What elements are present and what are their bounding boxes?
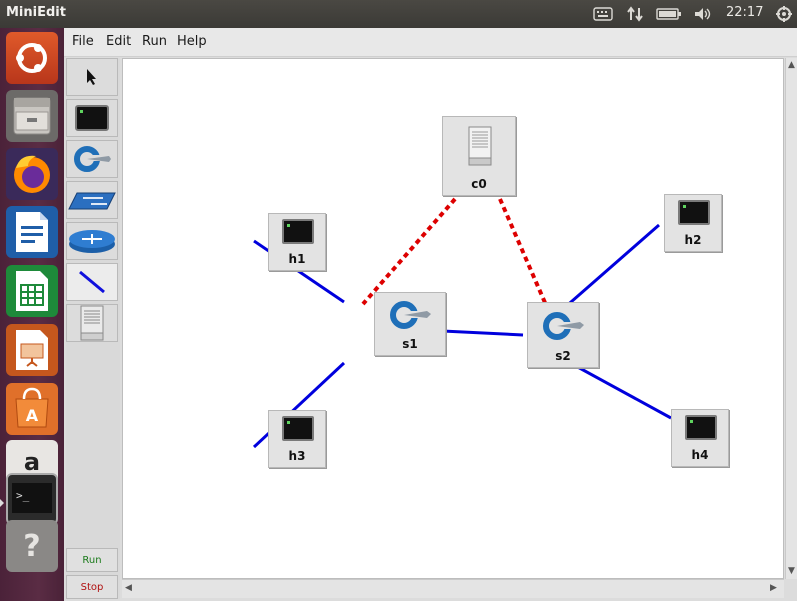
miniedit-window: File Edit Run Help Run Stop c0 s1 s2 h1 … (64, 28, 797, 601)
controller-server-icon (80, 305, 104, 341)
menu-file[interactable]: File (72, 34, 94, 49)
terminal-icon[interactable]: >_ (6, 473, 58, 525)
svg-text:a: a (24, 448, 40, 476)
host-node-h3[interactable]: h3 (268, 410, 326, 468)
running-indicator-icon (0, 496, 4, 507)
controller-tool[interactable] (66, 304, 118, 342)
host-node-h1[interactable]: h1 (268, 213, 326, 271)
stop-button[interactable]: Stop (66, 575, 118, 599)
link-s2-h2[interactable] (562, 223, 660, 311)
svg-text:>_: >_ (16, 489, 30, 502)
libreoffice-calc-icon[interactable] (6, 265, 58, 317)
switch-tool[interactable] (66, 140, 118, 178)
scroll-down-arrow-icon[interactable]: ▼ (788, 566, 795, 576)
ubuntu-dash-icon[interactable] (6, 32, 58, 84)
host-tool[interactable] (66, 99, 118, 137)
horizontal-scrollbar[interactable]: ◀ ▶ (122, 579, 784, 598)
openflow-switch-icon (74, 146, 111, 172)
switch-node-s1[interactable]: s1 (374, 292, 446, 356)
controller-server-icon (468, 126, 492, 166)
link-line-icon (79, 270, 105, 294)
menu-run[interactable]: Run (142, 34, 167, 49)
router-icon (69, 230, 115, 253)
node-label: h4 (691, 448, 709, 462)
node-label: c0 (471, 177, 487, 191)
select-tool[interactable] (66, 58, 118, 96)
node-label: s2 (555, 349, 571, 363)
menubar: File Edit Run Help (64, 28, 797, 57)
topology-canvas[interactable]: c0 s1 s2 h1 h2 h3 h4 (122, 58, 784, 579)
toolbox: Run Stop (66, 58, 120, 599)
host-terminal-icon (685, 415, 717, 440)
cursor-arrow-icon (87, 69, 96, 85)
scroll-left-arrow-icon[interactable]: ◀ (125, 583, 132, 593)
host-node-h2[interactable]: h2 (664, 194, 722, 252)
host-terminal-icon (75, 105, 109, 131)
host-terminal-icon (282, 219, 314, 244)
top-panel: MiniEdit 22:17 (0, 0, 797, 28)
libreoffice-impress-icon[interactable] (6, 324, 58, 376)
scroll-right-arrow-icon[interactable]: ▶ (770, 583, 777, 593)
node-label: h1 (288, 252, 306, 266)
router-tool[interactable] (66, 222, 118, 260)
vertical-scrollbar[interactable]: ▲ ▼ (785, 58, 797, 579)
libreoffice-writer-icon[interactable] (6, 206, 58, 258)
clock[interactable]: 22:17 (726, 5, 763, 20)
app-title: MiniEdit (6, 5, 66, 20)
menu-edit[interactable]: Edit (106, 34, 131, 49)
controller-node-c0[interactable]: c0 (442, 116, 516, 196)
node-label: h2 (684, 233, 702, 247)
openflow-switch-icon (390, 301, 431, 329)
link-c0-s1[interactable] (361, 197, 457, 306)
host-node-h4[interactable]: h4 (671, 409, 729, 467)
openflow-switch-icon (543, 312, 584, 340)
svg-text:A: A (26, 406, 39, 425)
help-icon[interactable]: ? (6, 520, 58, 572)
node-label: s1 (402, 337, 418, 351)
run-button[interactable]: Run (66, 548, 118, 572)
volume-icon[interactable] (692, 4, 714, 24)
host-terminal-icon (678, 200, 710, 225)
menu-help[interactable]: Help (177, 34, 207, 49)
scroll-up-arrow-icon[interactable]: ▲ (788, 60, 795, 70)
link-tool[interactable] (66, 263, 118, 301)
legacy-switch-icon (68, 192, 116, 210)
legacy-switch-tool[interactable] (66, 181, 118, 219)
files-icon[interactable] (6, 90, 58, 142)
ubuntu-software-icon[interactable]: A (6, 383, 58, 435)
network-icon[interactable] (624, 4, 646, 24)
node-label: h3 (288, 449, 306, 463)
firefox-icon[interactable] (6, 148, 58, 200)
keyboard-icon[interactable] (592, 4, 614, 24)
launcher: A a >_ ? (0, 28, 64, 601)
svg-text:?: ? (23, 529, 40, 564)
switch-node-s2[interactable]: s2 (527, 302, 599, 368)
host-terminal-icon (282, 416, 314, 441)
link-c0-s2[interactable] (498, 198, 548, 306)
battery-icon[interactable] (655, 4, 683, 24)
settings-gear-icon[interactable] (773, 4, 795, 24)
